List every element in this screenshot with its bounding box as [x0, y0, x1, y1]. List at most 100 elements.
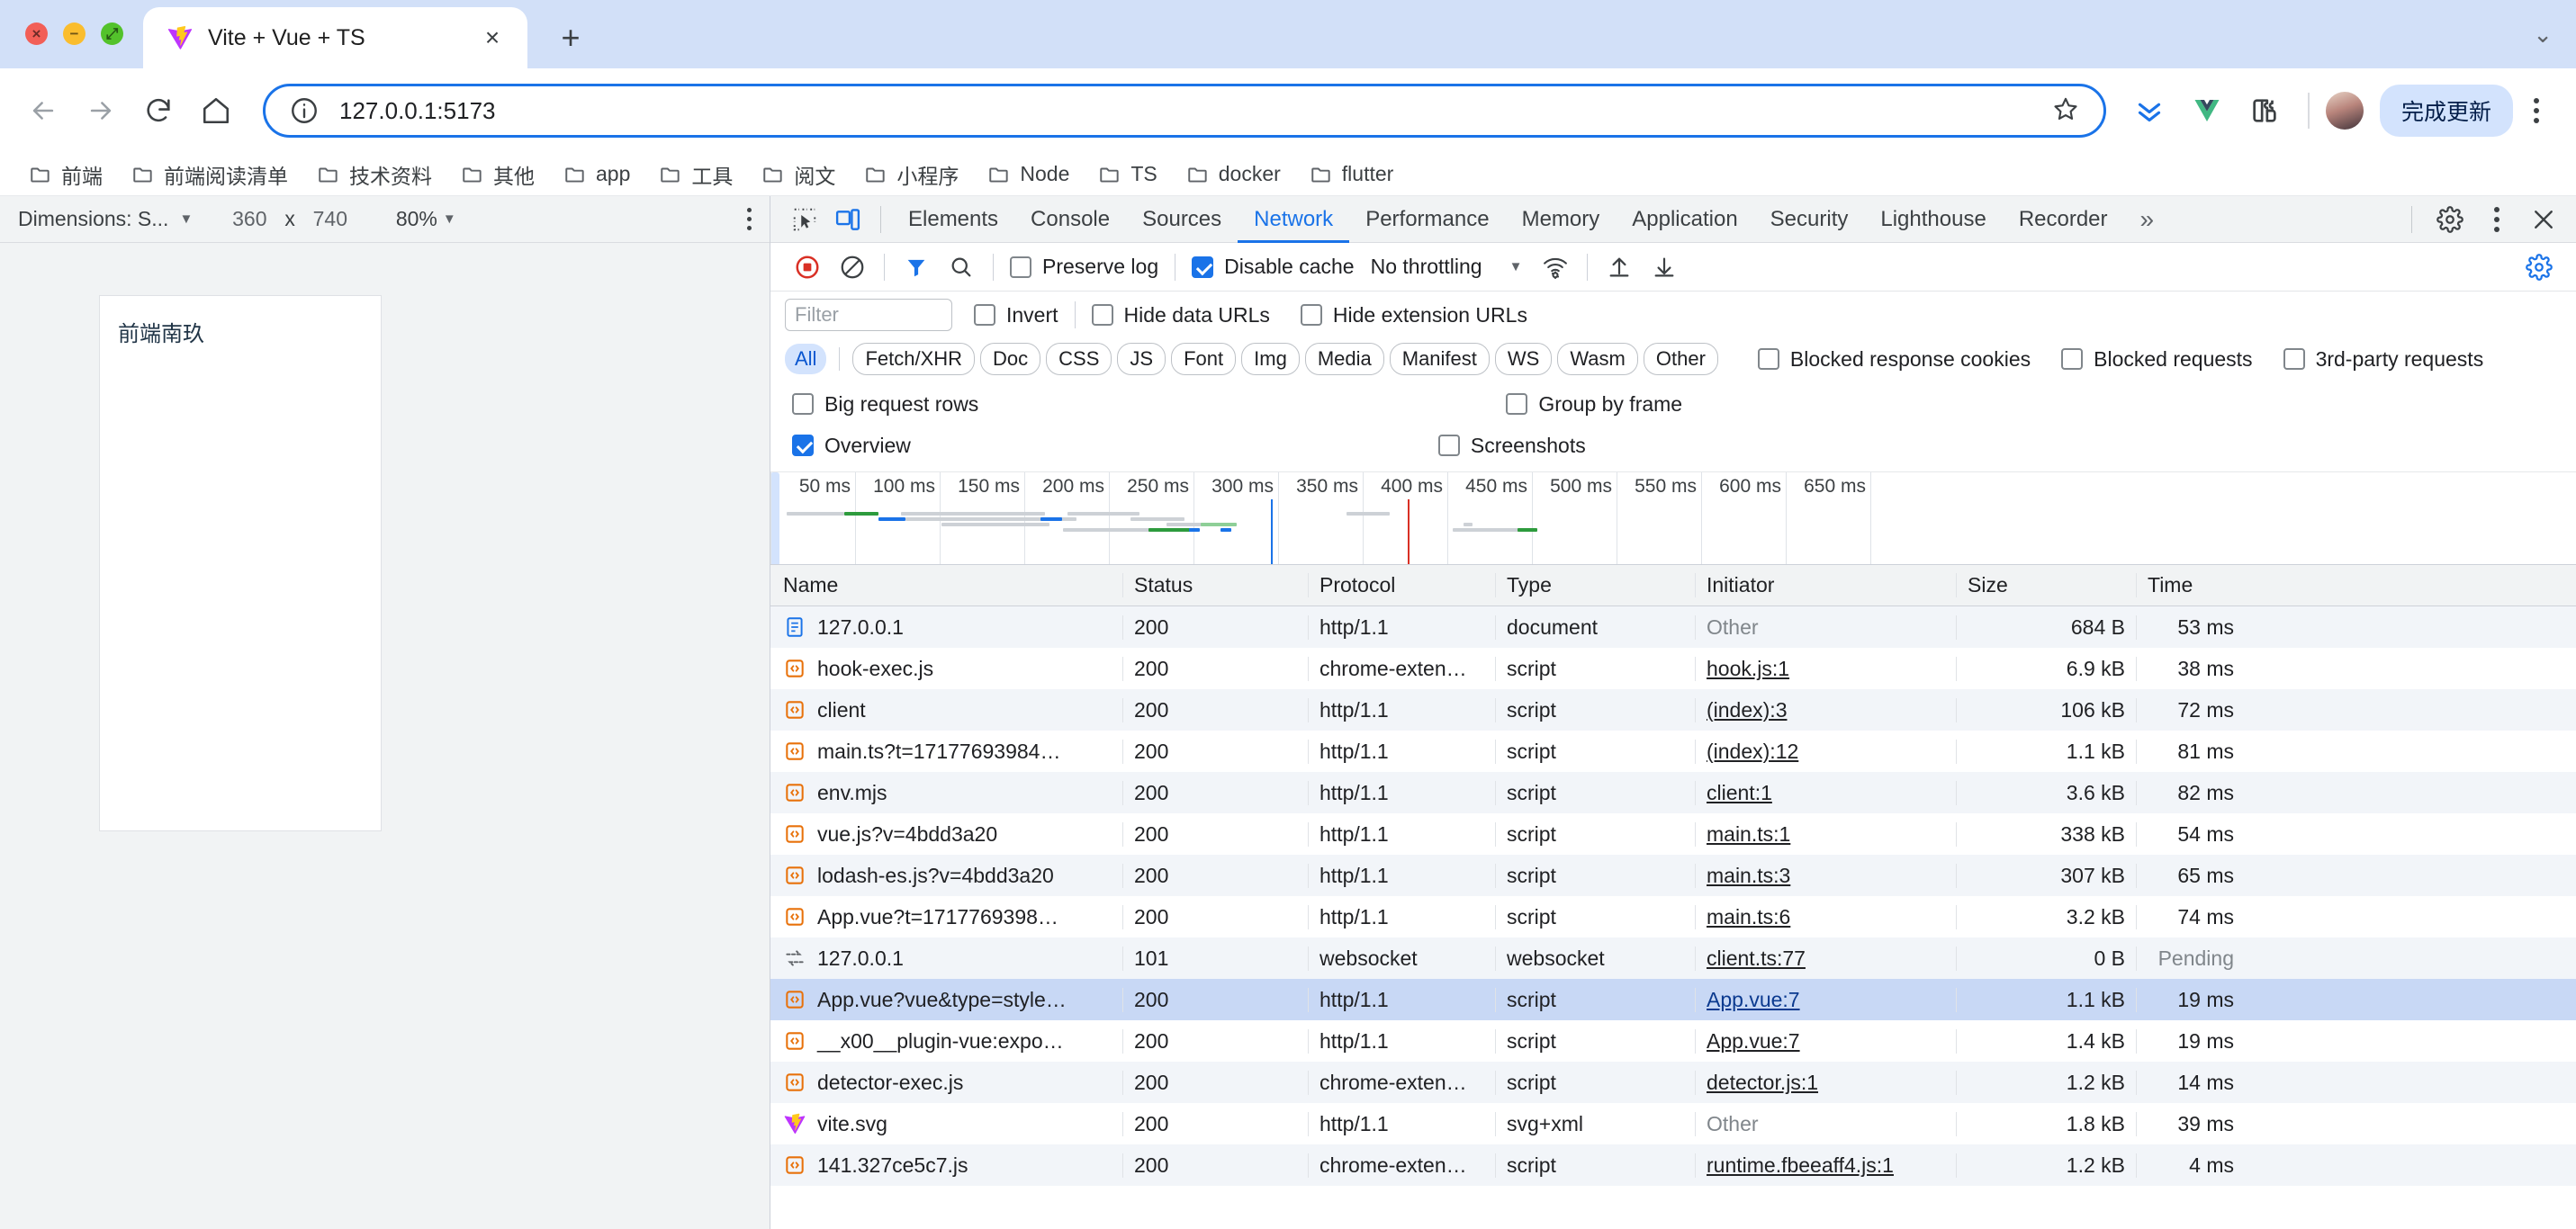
bookmark-item[interactable]: app [551, 157, 643, 191]
downloads-icon[interactable] [2122, 84, 2176, 138]
filter-funnel-icon[interactable] [894, 247, 939, 287]
avatar[interactable] [2326, 92, 2364, 130]
initiator-link[interactable]: (index):12 [1707, 740, 1798, 763]
device-more-options-icon[interactable] [747, 208, 752, 230]
reload-icon[interactable] [131, 84, 185, 138]
bookmark-item[interactable]: 阅文 [749, 155, 848, 194]
chip-wasm[interactable]: Wasm [1557, 343, 1638, 375]
chip-other[interactable]: Other [1644, 343, 1718, 375]
vue-icon[interactable] [2180, 84, 2234, 138]
request-name-cell[interactable]: detector-exec.js [770, 1071, 1123, 1095]
bookmark-item[interactable]: 小程序 [851, 155, 971, 194]
chip-css[interactable]: CSS [1046, 343, 1112, 375]
preserve-log-checkbox[interactable]: Preserve log [1003, 255, 1166, 279]
hide-data-urls-checkbox[interactable]: Hide data URLs [1085, 303, 1277, 327]
blocked-response-cookies-checkbox[interactable]: Blocked response cookies [1751, 347, 2038, 372]
clear-icon[interactable] [830, 247, 875, 287]
column-header-initiator[interactable]: Initiator [1696, 573, 1957, 597]
search-icon[interactable] [939, 247, 984, 287]
tab-application[interactable]: Application [1616, 196, 1753, 243]
bookmark-item[interactable]: 工具 [646, 155, 745, 194]
new-tab-button[interactable]: + [551, 22, 590, 54]
bookmark-item[interactable]: flutter [1297, 157, 1407, 191]
blocked-requests-checkbox[interactable]: Blocked requests [2054, 347, 2259, 372]
request-name-cell[interactable]: vue.js?v=4bdd3a20 [770, 822, 1123, 847]
initiator-link[interactable]: App.vue:7 [1707, 988, 1800, 1011]
browser-tab[interactable]: Vite + Vue + TS × [143, 7, 527, 68]
chip-img[interactable]: Img [1241, 343, 1300, 375]
request-initiator[interactable]: hook.js:1 [1696, 657, 1957, 681]
initiator-link[interactable]: client:1 [1707, 781, 1772, 804]
forward-arrow-icon[interactable] [74, 84, 128, 138]
bookmark-item[interactable]: 前端 [16, 155, 115, 194]
device-preset-dropdown[interactable]: Dimensions: S... ▼ [18, 207, 193, 231]
request-name-cell[interactable]: env.mjs [770, 781, 1123, 805]
address-bar[interactable]: 127.0.0.1:5173 [263, 84, 2106, 138]
chip-js[interactable]: JS [1117, 343, 1166, 375]
initiator-link[interactable]: main.ts:6 [1707, 905, 1790, 928]
initiator-link[interactable]: client.ts:77 [1707, 946, 1806, 970]
upload-icon[interactable] [1597, 247, 1642, 287]
filter-input[interactable] [785, 299, 952, 331]
bookmark-item[interactable]: 其他 [448, 155, 547, 194]
chip-doc[interactable]: Doc [980, 343, 1040, 375]
bookmark-item[interactable]: docker [1174, 157, 1293, 191]
gear-icon[interactable] [2428, 200, 2472, 239]
wifi-settings-icon[interactable] [1533, 247, 1578, 287]
tab-network[interactable]: Network [1238, 196, 1349, 243]
tab-elements[interactable]: Elements [892, 196, 1014, 243]
tab-security[interactable]: Security [1754, 196, 1865, 243]
maximize-window-button[interactable]: ⤢ [101, 22, 123, 45]
request-name-cell[interactable]: 141.327ce5c7.js [770, 1153, 1123, 1178]
update-button[interactable]: 完成更新 [2380, 85, 2513, 137]
column-header-time[interactable]: Time [2137, 573, 2245, 597]
column-header-status[interactable]: Status [1123, 573, 1309, 597]
request-name-cell[interactable]: 127.0.0.1 [770, 615, 1123, 640]
request-initiator[interactable]: client:1 [1696, 781, 1957, 805]
screenshots-checkbox[interactable]: Screenshots [1431, 434, 1593, 458]
column-header-size[interactable]: Size [1957, 573, 2137, 597]
table-row[interactable]: main.ts?t=17177693984… 200 http/1.1 scri… [770, 731, 2576, 772]
disable-cache-checkbox[interactable]: Disable cache [1184, 255, 1361, 279]
chevron-down-icon[interactable]: ⌄ [2533, 21, 2553, 48]
request-name-cell[interactable]: __x00__plugin-vue:expo… [770, 1029, 1123, 1054]
device-width-input[interactable]: 360 [225, 207, 274, 231]
tab-memory[interactable]: Memory [1506, 196, 1617, 243]
column-header-type[interactable]: Type [1496, 573, 1696, 597]
extensions-puzzle-icon[interactable] [2238, 84, 2292, 138]
table-row[interactable]: vite.svg 200 http/1.1 svg+xml Other 1.8 … [770, 1103, 2576, 1144]
inspect-element-icon[interactable] [783, 200, 826, 239]
more-tabs-icon[interactable]: » [2124, 196, 2171, 243]
request-initiator[interactable]: (index):3 [1696, 698, 1957, 722]
kebab-menu-icon[interactable] [2517, 98, 2556, 123]
request-name-cell[interactable]: hook-exec.js [770, 657, 1123, 681]
overview-checkbox[interactable]: Overview [785, 434, 918, 458]
initiator-link[interactable]: runtime.fbeeaff4.js:1 [1707, 1153, 1894, 1177]
network-overview-timeline[interactable]: 50 ms 100 ms 150 ms 200 ms 250 ms 300 ms… [770, 471, 2576, 565]
table-row[interactable]: 127.0.0.1 200 http/1.1 document Other 68… [770, 606, 2576, 648]
request-initiator[interactable]: runtime.fbeeaff4.js:1 [1696, 1153, 1957, 1178]
home-icon[interactable] [189, 84, 243, 138]
table-row[interactable]: lodash-es.js?v=4bdd3a20 200 http/1.1 scr… [770, 855, 2576, 896]
table-row[interactable]: __x00__plugin-vue:expo… 200 http/1.1 scr… [770, 1020, 2576, 1062]
bookmark-star-icon[interactable] [2048, 94, 2084, 128]
table-row[interactable]: detector-exec.js 200 chrome-exten… scrip… [770, 1062, 2576, 1103]
request-name-cell[interactable]: main.ts?t=17177693984… [770, 740, 1123, 764]
initiator-link[interactable]: (index):3 [1707, 698, 1787, 722]
hide-extension-urls-checkbox[interactable]: Hide extension URLs [1293, 303, 1535, 327]
big-request-rows-checkbox[interactable]: Big request rows [785, 392, 986, 417]
bookmark-item[interactable]: TS [1085, 157, 1169, 191]
record-stop-icon[interactable] [785, 247, 830, 287]
chip-media[interactable]: Media [1305, 343, 1384, 375]
requests-table-body[interactable]: 127.0.0.1 200 http/1.1 document Other 68… [770, 606, 2576, 1229]
initiator-link[interactable]: hook.js:1 [1707, 657, 1789, 680]
table-row[interactable]: vue.js?v=4bdd3a20 200 http/1.1 script ma… [770, 813, 2576, 855]
chip-fetch-xhr[interactable]: Fetch/XHR [852, 343, 975, 375]
request-name-cell[interactable]: App.vue?t=1717769398… [770, 905, 1123, 929]
request-initiator[interactable]: detector.js:1 [1696, 1071, 1957, 1095]
panel-menu-icon[interactable] [2477, 207, 2517, 232]
bookmark-item[interactable]: 技术资料 [304, 155, 445, 194]
chip-all[interactable]: All [785, 344, 826, 374]
device-zoom-dropdown[interactable]: 80% ▼ [396, 207, 456, 231]
close-icon[interactable]: × [477, 23, 508, 52]
